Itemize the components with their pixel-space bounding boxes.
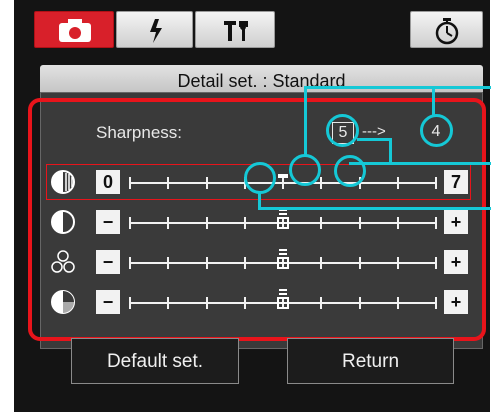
callout-line [432, 86, 435, 116]
callout-circle-marker-right [334, 155, 366, 187]
callout-circle-new-value [420, 114, 453, 147]
callout-circle-marker-left [289, 154, 321, 186]
callout-line [258, 207, 491, 210]
default-set-button[interactable]: Default set. [71, 338, 239, 384]
callout-line [357, 138, 391, 141]
callout-circle-current-value [326, 114, 359, 147]
callout-line [349, 162, 392, 165]
tab-setup[interactable] [195, 11, 275, 48]
return-button[interactable]: Return [287, 338, 454, 384]
callout-line [432, 86, 491, 89]
callout-circle-marker-active [244, 162, 276, 194]
tab-flash[interactable] [116, 11, 193, 48]
callout-line [304, 86, 434, 89]
camera-icon [59, 19, 91, 42]
tab-shooting[interactable] [34, 11, 114, 48]
callout-line [389, 162, 491, 165]
flash-icon [150, 19, 162, 43]
tools-icon [224, 21, 248, 41]
tab-timer[interactable] [410, 11, 483, 48]
callout-line [389, 138, 392, 164]
settings-highlight-frame [28, 98, 486, 341]
timer-icon [435, 18, 459, 45]
callout-line [304, 86, 307, 156]
